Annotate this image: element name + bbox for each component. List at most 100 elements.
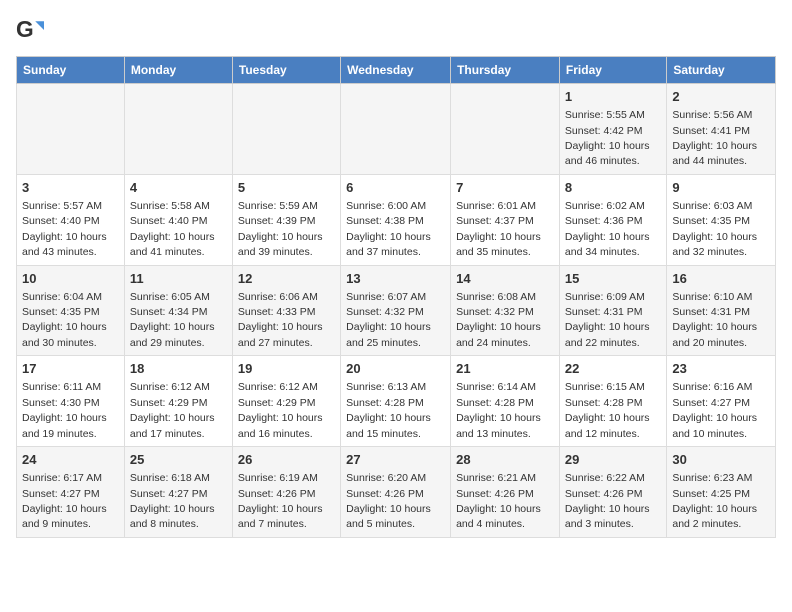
calendar-cell: 11 Sunrise: 6:05 AM Sunset: 4:34 PM Dayli… — [124, 265, 232, 356]
calendar-table: SundayMondayTuesdayWednesdayThursdayFrid… — [16, 56, 776, 538]
day-info: Sunrise: 6:17 AM Sunset: 4:27 PM Dayligh… — [22, 472, 107, 530]
day-info: Sunrise: 6:05 AM Sunset: 4:34 PM Dayligh… — [130, 291, 215, 349]
calendar-cell: 1 Sunrise: 5:55 AM Sunset: 4:42 PM Daylig… — [559, 84, 666, 175]
day-info: Sunrise: 5:58 AM Sunset: 4:40 PM Dayligh… — [130, 200, 215, 258]
calendar-cell: 15Sunrise: 6:09 AM Sunset: 4:31 PM Dayli… — [559, 265, 666, 356]
calendar-cell: 16 Sunrise: 6:10 AM Sunset: 4:31 PM Dayli… — [667, 265, 776, 356]
calendar-cell: 7 Sunrise: 6:01 AM Sunset: 4:37 PM Daylig… — [451, 174, 560, 265]
day-info: Sunrise: 6:22 AM Sunset: 4:26 PM Dayligh… — [565, 472, 650, 530]
day-number: 5 — [238, 179, 335, 197]
day-number: 21 — [456, 360, 554, 378]
day-info: Sunrise: 6:11 AM Sunset: 4:30 PM Dayligh… — [22, 381, 107, 439]
calendar-cell: 22 Sunrise: 6:15 AM Sunset: 4:28 PM Dayli… — [559, 356, 666, 447]
day-info: Sunrise: 6:09 AM Sunset: 4:31 PM Dayligh… — [565, 291, 650, 349]
day-number: 28 — [456, 451, 554, 469]
day-number: 12 — [238, 270, 335, 288]
day-info: Sunrise: 6:00 AM Sunset: 4:38 PM Dayligh… — [346, 200, 431, 258]
header-row: SundayMondayTuesdayWednesdayThursdayFrid… — [17, 57, 776, 84]
week-row-3: 17 Sunrise: 6:11 AM Sunset: 4:30 PM Dayli… — [17, 356, 776, 447]
day-info: Sunrise: 5:56 AM Sunset: 4:41 PM Dayligh… — [672, 109, 757, 167]
day-info: Sunrise: 6:12 AM Sunset: 4:29 PM Dayligh… — [238, 381, 323, 439]
calendar-cell: 23Sunrise: 6:16 AM Sunset: 4:27 PM Dayli… — [667, 356, 776, 447]
day-number: 3 — [22, 179, 119, 197]
day-number: 30 — [672, 451, 770, 469]
calendar-cell: 8 Sunrise: 6:02 AM Sunset: 4:36 PM Daylig… — [559, 174, 666, 265]
calendar-cell: 29 Sunrise: 6:22 AM Sunset: 4:26 PM Dayli… — [559, 447, 666, 538]
day-number: 8 — [565, 179, 661, 197]
calendar-cell: 18 Sunrise: 6:12 AM Sunset: 4:29 PM Dayli… — [124, 356, 232, 447]
day-info: Sunrise: 6:01 AM Sunset: 4:37 PM Dayligh… — [456, 200, 541, 258]
week-row-4: 24 Sunrise: 6:17 AM Sunset: 4:27 PM Dayli… — [17, 447, 776, 538]
calendar-cell: 25Sunrise: 6:18 AM Sunset: 4:27 PM Dayli… — [124, 447, 232, 538]
calendar-cell: 14 Sunrise: 6:08 AM Sunset: 4:32 PM Dayli… — [451, 265, 560, 356]
day-number: 10 — [22, 270, 119, 288]
day-number: 17 — [22, 360, 119, 378]
day-number: 6 — [346, 179, 445, 197]
calendar-cell: 10 Sunrise: 6:04 AM Sunset: 4:35 PM Dayli… — [17, 265, 125, 356]
day-number: 11 — [130, 270, 227, 288]
calendar-cell: 28 Sunrise: 6:21 AM Sunset: 4:26 PM Dayli… — [451, 447, 560, 538]
day-info: Sunrise: 6:06 AM Sunset: 4:33 PM Dayligh… — [238, 291, 323, 349]
day-number: 7 — [456, 179, 554, 197]
day-info: Sunrise: 6:21 AM Sunset: 4:26 PM Dayligh… — [456, 472, 541, 530]
calendar-cell: 19 Sunrise: 6:12 AM Sunset: 4:29 PM Dayli… — [232, 356, 340, 447]
svg-text:G: G — [16, 16, 34, 42]
day-info: Sunrise: 6:08 AM Sunset: 4:32 PM Dayligh… — [456, 291, 541, 349]
day-number: 29 — [565, 451, 661, 469]
calendar-cell — [451, 84, 560, 175]
day-number: 16 — [672, 270, 770, 288]
calendar-cell: 9 Sunrise: 6:03 AM Sunset: 4:35 PM Daylig… — [667, 174, 776, 265]
header-cell-sunday: Sunday — [17, 57, 125, 84]
day-info: Sunrise: 6:14 AM Sunset: 4:28 PM Dayligh… — [456, 381, 541, 439]
calendar-cell: 20Sunrise: 6:13 AM Sunset: 4:28 PM Dayli… — [341, 356, 451, 447]
day-info: Sunrise: 5:55 AM Sunset: 4:42 PM Dayligh… — [565, 109, 650, 167]
day-number: 23 — [672, 360, 770, 378]
calendar-cell: 30Sunrise: 6:23 AM Sunset: 4:25 PM Dayli… — [667, 447, 776, 538]
day-number: 20 — [346, 360, 445, 378]
week-row-2: 10 Sunrise: 6:04 AM Sunset: 4:35 PM Dayli… — [17, 265, 776, 356]
day-number: 24 — [22, 451, 119, 469]
calendar-cell — [17, 84, 125, 175]
day-number: 14 — [456, 270, 554, 288]
day-info: Sunrise: 6:03 AM Sunset: 4:35 PM Dayligh… — [672, 200, 757, 258]
header: G — [16, 16, 776, 44]
logo: G — [16, 16, 48, 44]
day-number: 19 — [238, 360, 335, 378]
calendar-cell: 17 Sunrise: 6:11 AM Sunset: 4:30 PM Dayli… — [17, 356, 125, 447]
calendar-cell: 27Sunrise: 6:20 AM Sunset: 4:26 PM Dayli… — [341, 447, 451, 538]
header-cell-tuesday: Tuesday — [232, 57, 340, 84]
day-info: Sunrise: 6:15 AM Sunset: 4:28 PM Dayligh… — [565, 381, 650, 439]
week-row-1: 3 Sunrise: 5:57 AM Sunset: 4:40 PM Daylig… — [17, 174, 776, 265]
header-cell-thursday: Thursday — [451, 57, 560, 84]
calendar-cell — [124, 84, 232, 175]
calendar-cell: 2Sunrise: 5:56 AM Sunset: 4:41 PM Daylig… — [667, 84, 776, 175]
calendar-cell: 4 Sunrise: 5:58 AM Sunset: 4:40 PM Daylig… — [124, 174, 232, 265]
day-number: 13 — [346, 270, 445, 288]
calendar-cell — [341, 84, 451, 175]
week-row-0: 1 Sunrise: 5:55 AM Sunset: 4:42 PM Daylig… — [17, 84, 776, 175]
day-number: 22 — [565, 360, 661, 378]
calendar-cell: 24 Sunrise: 6:17 AM Sunset: 4:27 PM Dayli… — [17, 447, 125, 538]
day-number: 18 — [130, 360, 227, 378]
calendar-cell — [232, 84, 340, 175]
day-info: Sunrise: 6:07 AM Sunset: 4:32 PM Dayligh… — [346, 291, 431, 349]
day-info: Sunrise: 6:04 AM Sunset: 4:35 PM Dayligh… — [22, 291, 107, 349]
calendar-cell: 5 Sunrise: 5:59 AM Sunset: 4:39 PM Daylig… — [232, 174, 340, 265]
day-number: 9 — [672, 179, 770, 197]
day-info: Sunrise: 5:57 AM Sunset: 4:40 PM Dayligh… — [22, 200, 107, 258]
header-cell-friday: Friday — [559, 57, 666, 84]
day-info: Sunrise: 6:20 AM Sunset: 4:26 PM Dayligh… — [346, 472, 431, 530]
day-info: Sunrise: 6:12 AM Sunset: 4:29 PM Dayligh… — [130, 381, 215, 439]
logo-icon: G — [16, 16, 44, 44]
day-number: 25 — [130, 451, 227, 469]
day-number: 1 — [565, 88, 661, 106]
day-info: Sunrise: 6:10 AM Sunset: 4:31 PM Dayligh… — [672, 291, 757, 349]
calendar-cell: 21 Sunrise: 6:14 AM Sunset: 4:28 PM Dayli… — [451, 356, 560, 447]
day-info: Sunrise: 6:19 AM Sunset: 4:26 PM Dayligh… — [238, 472, 323, 530]
calendar-cell: 13 Sunrise: 6:07 AM Sunset: 4:32 PM Dayli… — [341, 265, 451, 356]
header-cell-monday: Monday — [124, 57, 232, 84]
day-info: Sunrise: 5:59 AM Sunset: 4:39 PM Dayligh… — [238, 200, 323, 258]
day-info: Sunrise: 6:02 AM Sunset: 4:36 PM Dayligh… — [565, 200, 650, 258]
calendar-cell: 12 Sunrise: 6:06 AM Sunset: 4:33 PM Dayli… — [232, 265, 340, 356]
day-number: 4 — [130, 179, 227, 197]
